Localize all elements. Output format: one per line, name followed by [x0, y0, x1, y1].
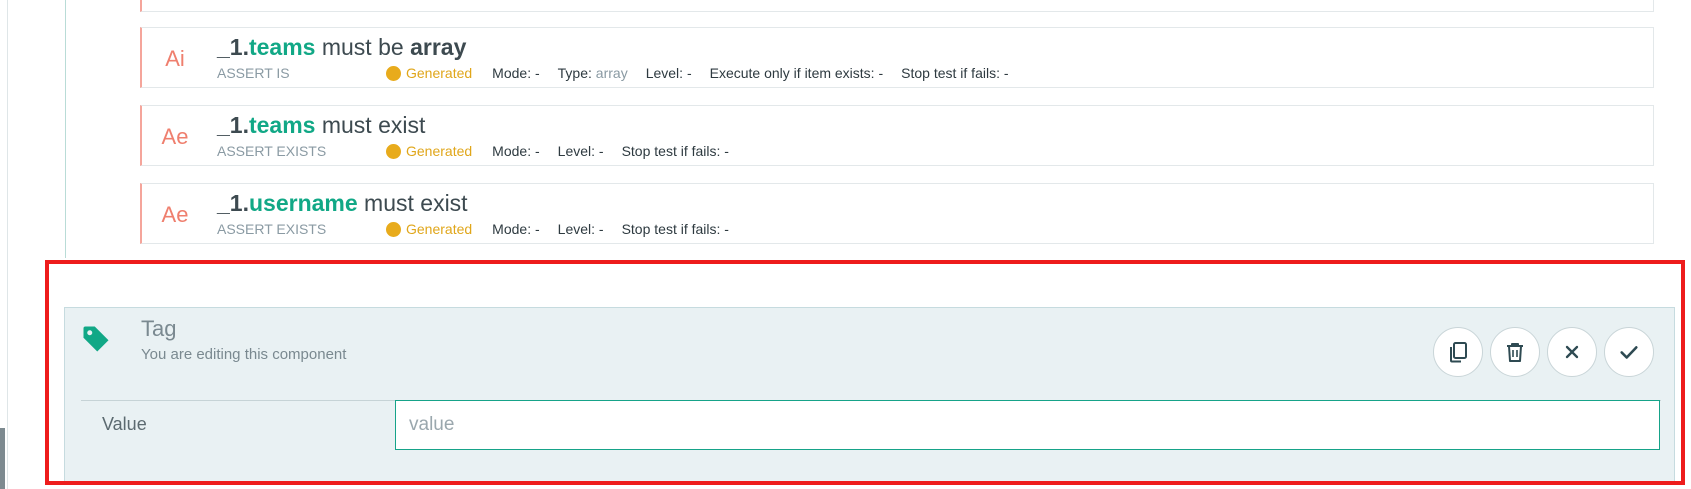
- assert-condition: must be: [315, 34, 411, 60]
- assert-title: _1.teams must exist: [217, 112, 425, 139]
- meta-value: -: [683, 65, 692, 81]
- meta-value: -: [595, 221, 604, 237]
- meta-stop-test: Stop test if fails: -: [622, 143, 729, 159]
- assert-title: _1.username must exist: [217, 190, 468, 217]
- assert-type-label: ASSERT IS: [217, 65, 290, 81]
- assert-type-label: ASSERT EXISTS: [217, 143, 327, 159]
- meta-value: -: [999, 65, 1009, 81]
- assert-condition: must exist: [315, 112, 426, 138]
- assert-meta: ASSERT EXISTS Generated Mode: - Level: -…: [217, 221, 1617, 239]
- meta-label: Execute only if item exists:: [709, 65, 875, 81]
- meta-value: -: [531, 143, 540, 159]
- meta-value: -: [531, 221, 540, 237]
- meta-mode: Mode: -: [492, 65, 539, 81]
- generated-label: Generated: [406, 65, 473, 81]
- meta-label: Level:: [557, 221, 596, 237]
- assert-card[interactable]: Ai _1.teams must be array ASSERT IS Gene…: [140, 27, 1654, 88]
- assert-condition: must exist: [357, 190, 468, 216]
- assert-path: _1.: [217, 190, 249, 216]
- assert-code-badge: Ae: [161, 202, 189, 227]
- generated-label: Generated: [406, 221, 473, 237]
- assert-field: username: [248, 190, 358, 216]
- meta-type: Type: array: [558, 65, 628, 81]
- generated-status: Generated: [386, 221, 472, 237]
- meta-value: -: [595, 143, 604, 159]
- meta-mode: Mode: -: [492, 143, 539, 159]
- assert-type-label: ASSERT EXISTS: [217, 221, 327, 237]
- meta-label: Mode:: [492, 65, 532, 81]
- meta-label: Mode:: [492, 221, 532, 237]
- meta-label: Stop test if fails:: [621, 221, 721, 237]
- meta-value: -: [720, 143, 729, 159]
- tree-connector-line: [65, 0, 66, 258]
- status-dot-icon: [386, 143, 401, 159]
- meta-value: array: [591, 65, 628, 81]
- meta-label: Mode:: [492, 143, 532, 159]
- assert-path: _1.: [217, 112, 249, 138]
- status-dot-icon: [386, 221, 401, 237]
- meta-mode: Mode: -: [492, 221, 539, 237]
- generated-status: Generated: [386, 65, 472, 81]
- meta-value: -: [531, 65, 540, 81]
- generated-status: Generated: [386, 143, 472, 159]
- scroll-indicator[interactable]: [0, 428, 5, 489]
- meta-label: Stop test if fails:: [621, 143, 721, 159]
- assert-code-badge: Ai: [165, 46, 185, 71]
- highlight-outline: [45, 260, 1685, 485]
- meta-label: Type:: [557, 65, 592, 81]
- assert-card-partial[interactable]: [140, 0, 1654, 12]
- status-dot-icon: [386, 65, 401, 81]
- assert-title: _1.teams must be array: [217, 34, 466, 61]
- meta-execute-if-exists: Execute only if item exists: -: [710, 65, 884, 81]
- assert-meta: ASSERT EXISTS Generated Mode: - Level: -…: [217, 143, 1617, 161]
- assert-field: teams: [248, 112, 316, 138]
- meta-label: Level:: [557, 143, 596, 159]
- meta-label: Level:: [645, 65, 684, 81]
- assert-expected-type: array: [410, 34, 467, 60]
- assert-card[interactable]: Ae _1.teams must exist ASSERT EXISTS Gen…: [140, 105, 1654, 166]
- meta-stop-test: Stop test if fails: -: [901, 65, 1008, 81]
- assert-card[interactable]: Ae _1.username must exist ASSERT EXISTS …: [140, 183, 1654, 244]
- meta-stop-test: Stop test if fails: -: [622, 221, 729, 237]
- meta-level: Level: -: [558, 221, 604, 237]
- generated-label: Generated: [406, 143, 473, 159]
- meta-value: -: [720, 221, 729, 237]
- assert-code-badge: Ae: [161, 124, 189, 149]
- assert-field: teams: [248, 34, 316, 60]
- assert-path: _1.: [217, 34, 249, 60]
- meta-level: Level: -: [646, 65, 692, 81]
- meta-label: Stop test if fails:: [901, 65, 1000, 81]
- assert-meta: ASSERT IS Generated Mode: - Type: array …: [217, 65, 1617, 83]
- left-gutter: [0, 0, 8, 489]
- meta-value: -: [874, 65, 884, 81]
- meta-level: Level: -: [558, 143, 604, 159]
